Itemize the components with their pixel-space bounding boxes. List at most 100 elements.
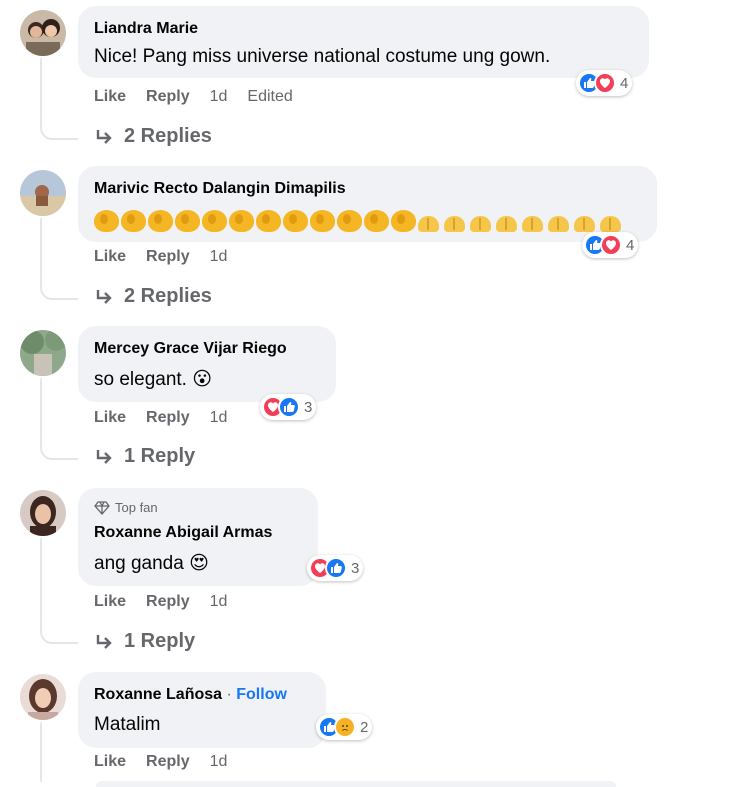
view-replies-button[interactable]: 2 Replies bbox=[94, 285, 212, 308]
clapping-hands-emoji bbox=[94, 210, 119, 232]
avatar[interactable] bbox=[20, 330, 66, 376]
replies-label: 2 Replies bbox=[124, 125, 212, 147]
comment-actions: Like Reply 1d bbox=[94, 593, 247, 611]
folded-hands-emoji bbox=[600, 216, 621, 232]
reaction-count: 3 bbox=[351, 559, 360, 577]
comment-author[interactable]: Roxanne Lañosa bbox=[94, 686, 222, 703]
timestamp[interactable]: 1d bbox=[210, 753, 228, 770]
reply-connector bbox=[40, 280, 78, 300]
top-fan-badge: Top fan bbox=[94, 500, 158, 515]
reply-arrow-icon bbox=[96, 289, 112, 304]
clapping-hands-emoji bbox=[256, 210, 281, 232]
thread-line bbox=[40, 58, 42, 120]
reply-button[interactable]: Reply bbox=[146, 753, 190, 770]
folded-hands-emoji bbox=[496, 216, 517, 232]
clapping-hands-emoji bbox=[310, 210, 335, 232]
reaction-summary[interactable]: 4 bbox=[576, 70, 633, 96]
view-replies-button[interactable]: 1 Reply bbox=[94, 630, 195, 653]
reply-button[interactable]: Reply bbox=[146, 409, 190, 426]
timestamp[interactable]: 1d bbox=[210, 409, 228, 426]
reaction-count: 3 bbox=[304, 398, 313, 416]
comment-actions: Like Reply 1d bbox=[94, 248, 247, 266]
separator-dot: · bbox=[222, 686, 237, 703]
clapping-hands-emoji bbox=[283, 210, 308, 232]
reply-connector bbox=[40, 624, 78, 644]
like-button[interactable]: Like bbox=[94, 409, 126, 426]
folded-hands-emoji bbox=[418, 216, 439, 232]
next-comment-bubble-edge bbox=[96, 781, 616, 787]
like-button[interactable]: Like bbox=[94, 753, 126, 770]
reaction-count: 2 bbox=[360, 718, 369, 736]
avatar[interactable] bbox=[20, 490, 66, 536]
reply-connector bbox=[40, 440, 78, 460]
clapping-hands-emoji bbox=[391, 210, 416, 232]
replies-label: 1 Reply bbox=[124, 630, 196, 652]
clapping-hands-emoji bbox=[364, 210, 389, 232]
clapping-hands-emoji bbox=[337, 210, 362, 232]
folded-hands-emoji bbox=[522, 216, 543, 232]
comment-emoji-text bbox=[94, 210, 626, 232]
reaction-summary[interactable]: 2 bbox=[316, 714, 373, 740]
avatar[interactable] bbox=[20, 170, 66, 216]
comment-author[interactable]: Mercey Grace Vijar Riego bbox=[94, 340, 287, 358]
comment-bubble: Top fan Roxanne Abigail Armas ang ganda … bbox=[78, 488, 318, 586]
timestamp[interactable]: 1d bbox=[210, 88, 228, 105]
comment-text: Matalim bbox=[94, 714, 161, 735]
thread-line bbox=[40, 378, 42, 440]
reply-arrow-icon bbox=[96, 129, 112, 144]
folded-hands-emoji bbox=[574, 216, 595, 232]
clapping-hands-emoji bbox=[229, 210, 254, 232]
like-button[interactable]: Like bbox=[94, 88, 126, 105]
comment-text: ang ganda 😍 bbox=[94, 553, 209, 574]
comment-bubble: Mercey Grace Vijar Riego so elegant. 😮 bbox=[78, 326, 336, 402]
comment-author-line: Roxanne Lañosa · Follow bbox=[94, 686, 287, 704]
avatar[interactable] bbox=[20, 674, 66, 720]
reaction-summary[interactable]: 3 bbox=[260, 394, 317, 420]
like-reaction-icon bbox=[278, 396, 300, 418]
timestamp[interactable]: 1d bbox=[210, 593, 228, 610]
top-fan-label: Top fan bbox=[115, 500, 158, 515]
edited-label: Edited bbox=[247, 88, 293, 105]
clapping-hands-emoji bbox=[202, 210, 227, 232]
like-button[interactable]: Like bbox=[94, 593, 126, 610]
reply-connector bbox=[40, 120, 78, 140]
sad-reaction-icon bbox=[334, 716, 356, 738]
love-reaction-icon bbox=[600, 234, 622, 256]
clapping-hands-emoji bbox=[175, 210, 200, 232]
like-reaction-icon bbox=[325, 557, 347, 579]
comment-actions: Like Reply 1d bbox=[94, 753, 247, 771]
reply-button[interactable]: Reply bbox=[146, 88, 190, 105]
comment-bubble: Marivic Recto Dalangin Dimapilis bbox=[78, 166, 657, 242]
love-reaction-icon bbox=[594, 72, 616, 94]
timestamp[interactable]: 1d bbox=[210, 248, 228, 265]
thread-line bbox=[40, 538, 42, 624]
comment-author[interactable]: Roxanne Abigail Armas bbox=[94, 524, 272, 542]
reply-button[interactable]: Reply bbox=[146, 248, 190, 265]
folded-hands-emoji bbox=[470, 216, 491, 232]
comment-bubble: Roxanne Lañosa · Follow Matalim bbox=[78, 672, 326, 748]
reply-arrow-icon bbox=[96, 634, 112, 649]
comment-text: so elegant. 😮 bbox=[94, 369, 213, 390]
comment-bubble: Liandra Marie Nice! Pang miss universe n… bbox=[78, 6, 649, 78]
comment-author[interactable]: Liandra Marie bbox=[94, 20, 198, 38]
replies-label: 1 Reply bbox=[124, 445, 196, 467]
view-replies-button[interactable]: 2 Replies bbox=[94, 125, 212, 148]
comment-actions: Like Reply 1d Edited bbox=[94, 88, 313, 106]
reaction-count: 4 bbox=[620, 74, 629, 92]
reply-button[interactable]: Reply bbox=[146, 593, 190, 610]
replies-label: 2 Replies bbox=[124, 285, 212, 307]
folded-hands-emoji bbox=[444, 216, 465, 232]
avatar[interactable] bbox=[20, 10, 66, 56]
folded-hands-emoji bbox=[548, 216, 569, 232]
comment-actions: Like Reply 1d bbox=[94, 409, 247, 427]
clapping-hands-emoji bbox=[148, 210, 173, 232]
comment-author[interactable]: Marivic Recto Dalangin Dimapilis bbox=[94, 180, 346, 198]
follow-button[interactable]: Follow bbox=[236, 686, 287, 703]
clapping-hands-emoji bbox=[121, 210, 146, 232]
view-replies-button[interactable]: 1 Reply bbox=[94, 445, 195, 468]
like-button[interactable]: Like bbox=[94, 248, 126, 265]
comment-text: Nice! Pang miss universe national costum… bbox=[94, 46, 551, 67]
reaction-summary[interactable]: 4 bbox=[582, 232, 639, 258]
reaction-count: 4 bbox=[626, 236, 635, 254]
reaction-summary[interactable]: 3 bbox=[307, 555, 364, 581]
